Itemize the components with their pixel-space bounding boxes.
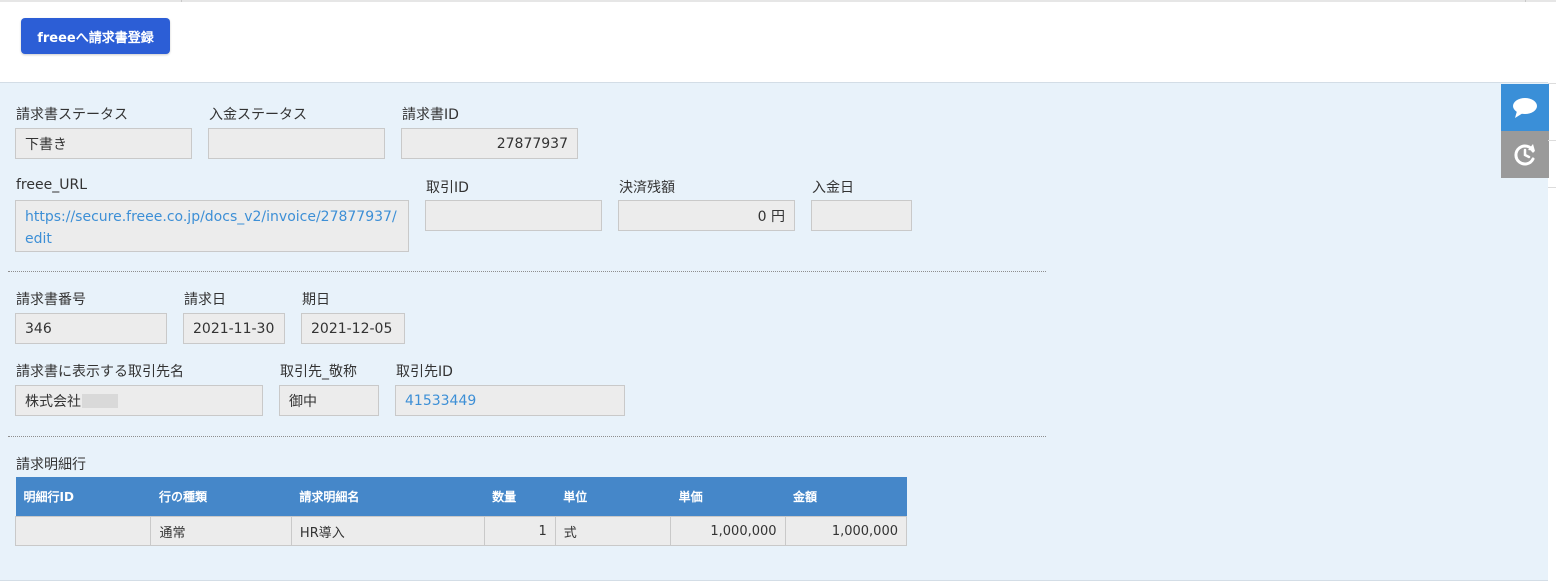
- column-header: 単位: [555, 477, 671, 517]
- edge-line: [1548, 140, 1556, 141]
- top-border: [0, 0, 1556, 2]
- invoice-id-field[interactable]: 27877937: [401, 128, 578, 159]
- partner-honorific-label: 取引先_敬称: [280, 364, 357, 380]
- line-id-cell[interactable]: [14, 516, 152, 546]
- line-type-cell[interactable]: 通常: [150, 516, 292, 546]
- partner-name-value: 株式会社: [25, 393, 81, 410]
- register-to-freee-button[interactable]: freeeへ請求書登録: [21, 18, 170, 54]
- freee-url-link[interactable]: https://secure.freee.co.jp/docs_v2/invoi…: [15, 200, 409, 252]
- line-items-section-label: 請求明細行: [16, 457, 86, 473]
- unit-price-cell[interactable]: 1,000,000: [670, 516, 786, 546]
- top-border-tick: [1525, 0, 1526, 2]
- column-header: 数量: [484, 477, 556, 517]
- chat-bubble-icon: [1513, 97, 1537, 118]
- column-header: 単価: [670, 477, 786, 517]
- line-name-cell[interactable]: HR導入: [290, 516, 485, 546]
- table-row[interactable]: 通常 HR導入 1 式 1,000,000 1,000,000: [14, 516, 908, 546]
- invoice-id-label: 請求書ID: [402, 107, 459, 123]
- column-header: 金額: [785, 477, 907, 517]
- deal-id-label: 取引ID: [426, 180, 469, 196]
- balance-label: 決済残額: [619, 180, 675, 196]
- section-divider: [8, 436, 1046, 437]
- partner-honorific-field[interactable]: 御中: [279, 385, 379, 416]
- quantity-cell[interactable]: 1: [483, 516, 556, 546]
- invoice-number-label: 請求書番号: [16, 292, 86, 308]
- column-header: 請求明細名: [291, 477, 485, 517]
- payment-date-label: 入金日: [812, 180, 854, 196]
- payment-status-label: 入金ステータス: [209, 107, 307, 123]
- due-date-field[interactable]: 2021-12-05: [301, 313, 405, 344]
- partner-name-field[interactable]: 株式会社: [15, 385, 263, 416]
- invoice-number-field[interactable]: 346: [15, 313, 167, 344]
- section-divider: [8, 271, 1046, 272]
- due-date-label: 期日: [302, 292, 330, 308]
- invoice-status-label: 請求書ステータス: [16, 107, 128, 123]
- column-header: 明細行ID: [15, 477, 151, 517]
- payment-status-field[interactable]: [208, 128, 385, 159]
- chat-button[interactable]: [1501, 84, 1549, 131]
- partner-id-link[interactable]: 41533449: [395, 385, 625, 416]
- column-header: 行の種類: [150, 477, 292, 517]
- edge-line: [1548, 187, 1556, 188]
- redacted-block: [82, 393, 118, 408]
- amount-cell[interactable]: 1,000,000: [784, 516, 908, 546]
- history-button[interactable]: [1501, 131, 1549, 178]
- top-border-tick: [181, 0, 182, 2]
- deal-id-field[interactable]: [425, 200, 602, 231]
- unit-cell[interactable]: 式: [554, 516, 672, 546]
- payment-date-field[interactable]: [811, 200, 912, 231]
- balance-field[interactable]: 0 円: [618, 200, 795, 231]
- table-header-row: 明細行ID 行の種類 請求明細名 数量 単位 単価 金額: [15, 477, 907, 517]
- history-refresh-icon: [1514, 143, 1535, 165]
- freee-url-label: freee_URL: [16, 177, 87, 193]
- partner-id-label: 取引先ID: [396, 364, 453, 380]
- issue-date-field[interactable]: 2021-11-30: [183, 313, 285, 344]
- edge-line: [1548, 83, 1556, 84]
- issue-date-label: 請求日: [184, 292, 226, 308]
- partner-name-label: 請求書に表示する取引先名: [16, 364, 184, 380]
- invoice-status-field[interactable]: 下書き: [15, 128, 192, 159]
- line-items-table: 明細行ID 行の種類 請求明細名 数量 単位 単価 金額 通常 HR導入 1 式…: [14, 477, 908, 546]
